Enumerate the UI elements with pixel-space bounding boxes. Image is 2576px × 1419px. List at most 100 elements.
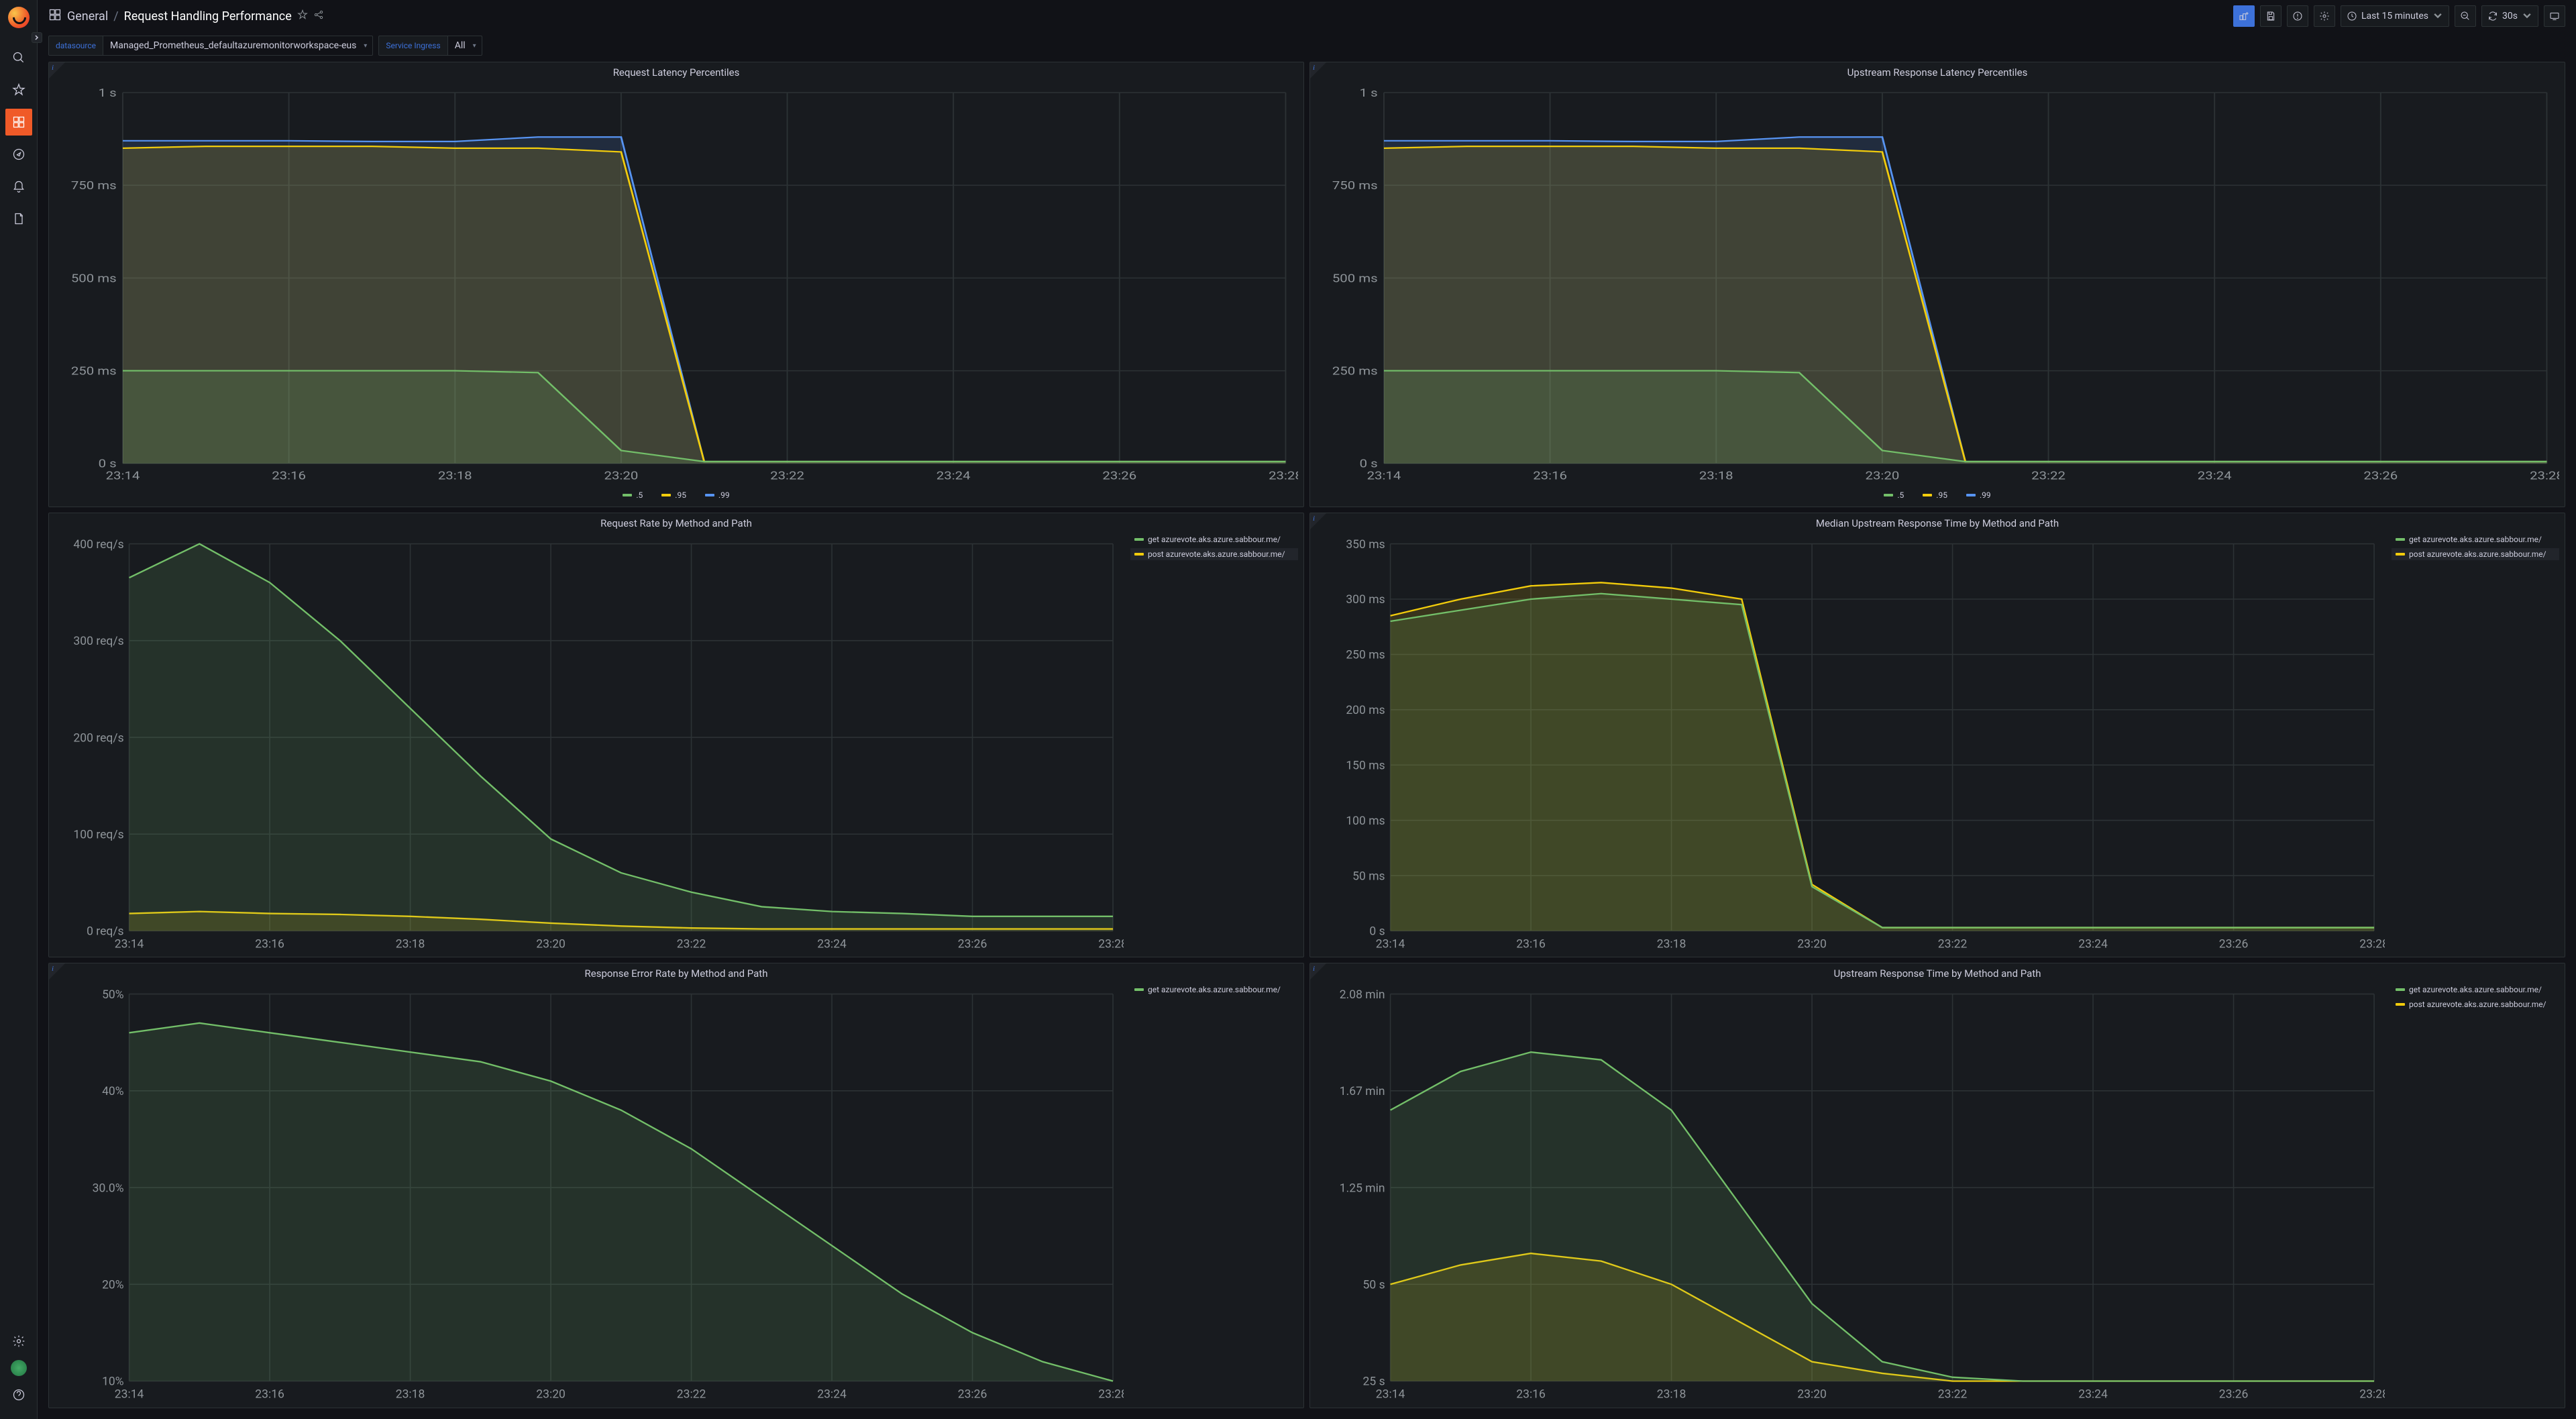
legend-item[interactable]: .99 — [701, 489, 734, 501]
chart-plot[interactable]: 0 s250 ms500 ms750 ms1 s23:1423:1623:182… — [1316, 83, 2559, 484]
tv-mode-button[interactable] — [2544, 5, 2565, 27]
svg-text:23:22: 23:22 — [1938, 1388, 1968, 1402]
svg-text:23:18: 23:18 — [1699, 470, 1733, 483]
chart-plot[interactable]: 0 req/s100 req/s200 req/s300 req/s400 re… — [54, 533, 1124, 952]
panel-info-icon[interactable] — [1310, 62, 1326, 78]
svg-text:23:24: 23:24 — [817, 1388, 847, 1402]
panel-info-icon[interactable] — [49, 963, 65, 980]
var-datasource-select[interactable]: Managed_Prometheus_defaultazuremonitorwo… — [103, 36, 373, 56]
connections-icon[interactable] — [5, 205, 32, 232]
svg-text:23:14: 23:14 — [1367, 470, 1401, 483]
svg-text:23:20: 23:20 — [536, 1388, 566, 1402]
svg-text:23:14: 23:14 — [1376, 1388, 1405, 1402]
dashboard-home-icon[interactable] — [48, 8, 62, 24]
svg-text:20%: 20% — [102, 1279, 124, 1292]
svg-text:23:20: 23:20 — [1866, 470, 1900, 483]
configuration-icon[interactable] — [5, 1328, 32, 1355]
svg-text:50%: 50% — [102, 988, 124, 1002]
chart-plot[interactable]: 0 s250 ms500 ms750 ms1 s23:1423:1623:182… — [54, 83, 1298, 484]
svg-text:40%: 40% — [102, 1086, 124, 1099]
svg-text:23:14: 23:14 — [115, 1388, 144, 1402]
legend-item[interactable]: get azurevote.aks.azure.sabbour.me/ — [2392, 533, 2559, 545]
sidebar-expand-button[interactable] — [32, 32, 42, 43]
zoom-out-button[interactable] — [2455, 5, 2476, 27]
legend-item[interactable]: .95 — [657, 489, 690, 501]
svg-text:23:22: 23:22 — [677, 937, 706, 951]
time-range-label: Last 15 minutes — [2361, 11, 2428, 21]
legend-item[interactable]: post azurevote.aks.azure.sabbour.me/ — [1130, 548, 1298, 560]
svg-text:0 s: 0 s — [1369, 925, 1385, 939]
var-ingress-select[interactable]: All — [448, 36, 482, 56]
panel-info-icon[interactable] — [49, 62, 65, 78]
dashboards-icon[interactable] — [5, 109, 32, 136]
legend: get azurevote.aks.azure.sabbour.me/post … — [2385, 533, 2559, 952]
panel-error-rate[interactable]: Response Error Rate by Method and Path10… — [48, 963, 1304, 1408]
breadcrumb-folder[interactable]: General — [67, 9, 108, 23]
grafana-logo[interactable] — [8, 7, 30, 28]
svg-text:350 ms: 350 ms — [1346, 538, 1385, 551]
svg-text:23:26: 23:26 — [958, 937, 987, 951]
chart-plot[interactable]: 0 s50 ms100 ms150 ms200 ms250 ms300 ms35… — [1316, 533, 2385, 952]
page-title: Request Handling Performance — [124, 9, 292, 23]
svg-text:23:22: 23:22 — [677, 1388, 706, 1402]
svg-text:30.0%: 30.0% — [93, 1182, 124, 1196]
svg-text:23:28: 23:28 — [2530, 470, 2559, 483]
svg-text:250 ms: 250 ms — [1346, 648, 1385, 662]
svg-text:1 s: 1 s — [1360, 87, 1378, 100]
starred-icon[interactable] — [5, 76, 32, 103]
legend-item[interactable]: post azurevote.aks.azure.sabbour.me/ — [2392, 548, 2559, 560]
svg-text:500 ms: 500 ms — [1332, 272, 1378, 285]
star-dashboard-icon[interactable] — [297, 9, 308, 23]
avatar[interactable] — [11, 1360, 27, 1376]
legend-item[interactable]: get azurevote.aks.azure.sabbour.me/ — [1130, 533, 1298, 545]
add-panel-button[interactable] — [2233, 5, 2255, 27]
svg-text:23:16: 23:16 — [1516, 1388, 1546, 1402]
refresh-picker[interactable]: 30s — [2481, 5, 2538, 27]
svg-text:100 req/s: 100 req/s — [73, 828, 123, 841]
save-dashboard-button[interactable] — [2260, 5, 2282, 27]
svg-text:23:26: 23:26 — [2219, 1388, 2249, 1402]
svg-text:23:14: 23:14 — [106, 470, 140, 483]
legend-item[interactable]: .95 — [1919, 489, 1951, 501]
legend-item[interactable]: .99 — [1962, 489, 1995, 501]
panel-title: Request Rate by Method and Path — [49, 513, 1303, 533]
panel-info-icon[interactable] — [1310, 513, 1326, 529]
svg-text:23:26: 23:26 — [2363, 470, 2398, 483]
panel-title: Response Error Rate by Method and Path — [49, 963, 1303, 984]
svg-text:23:14: 23:14 — [1376, 937, 1405, 951]
explore-icon[interactable] — [5, 141, 32, 168]
panel-upstream-latency[interactable]: Upstream Response Latency Percentiles0 s… — [1309, 62, 2565, 507]
svg-text:2.08 min: 2.08 min — [1340, 988, 1385, 1002]
chart-plot[interactable]: 10%20%30.0%40%50%23:1423:1623:1823:2023:… — [54, 984, 1124, 1402]
legend: get azurevote.aks.azure.sabbour.me/ — [1124, 984, 1298, 1402]
svg-text:23:26: 23:26 — [958, 1388, 987, 1402]
legend-item[interactable]: get azurevote.aks.azure.sabbour.me/ — [2392, 984, 2559, 996]
svg-text:23:18: 23:18 — [396, 937, 425, 951]
dashboard-settings-button[interactable] — [2314, 5, 2335, 27]
svg-text:23:18: 23:18 — [1657, 1388, 1686, 1402]
legend: get azurevote.aks.azure.sabbour.me/post … — [2385, 984, 2559, 1402]
panel-median-upstream[interactable]: Median Upstream Response Time by Method … — [1309, 513, 2565, 958]
dashboard-insights-button[interactable] — [2287, 5, 2308, 27]
panel-upstream-time[interactable]: Upstream Response Time by Method and Pat… — [1309, 963, 2565, 1408]
legend-item[interactable]: .5 — [619, 489, 647, 501]
legend-item[interactable]: get azurevote.aks.azure.sabbour.me/ — [1130, 984, 1298, 996]
share-dashboard-icon[interactable] — [313, 9, 324, 23]
search-icon[interactable] — [5, 44, 32, 71]
chart-plot[interactable]: 25 s50 s1.25 min1.67 min2.08 min23:1423:… — [1316, 984, 2385, 1402]
sidebar — [0, 0, 38, 1419]
alerting-icon[interactable] — [5, 173, 32, 200]
panel-title: Upstream Response Time by Method and Pat… — [1310, 963, 2565, 984]
panel-req-rate[interactable]: Request Rate by Method and Path0 req/s10… — [48, 513, 1304, 958]
panel-title: Median Upstream Response Time by Method … — [1310, 513, 2565, 533]
help-icon[interactable] — [5, 1381, 32, 1408]
panel-req-latency[interactable]: Request Latency Percentiles0 s250 ms500 … — [48, 62, 1304, 507]
svg-text:23:22: 23:22 — [770, 470, 804, 483]
svg-text:400 req/s: 400 req/s — [73, 538, 123, 551]
panel-info-icon[interactable] — [1310, 963, 1326, 980]
legend-item[interactable]: post azurevote.aks.azure.sabbour.me/ — [2392, 998, 2559, 1010]
time-range-picker[interactable]: Last 15 minutes — [2341, 5, 2449, 27]
svg-text:23:24: 23:24 — [2078, 1388, 2108, 1402]
svg-text:23:16: 23:16 — [255, 937, 284, 951]
legend-item[interactable]: .5 — [1880, 489, 1908, 501]
